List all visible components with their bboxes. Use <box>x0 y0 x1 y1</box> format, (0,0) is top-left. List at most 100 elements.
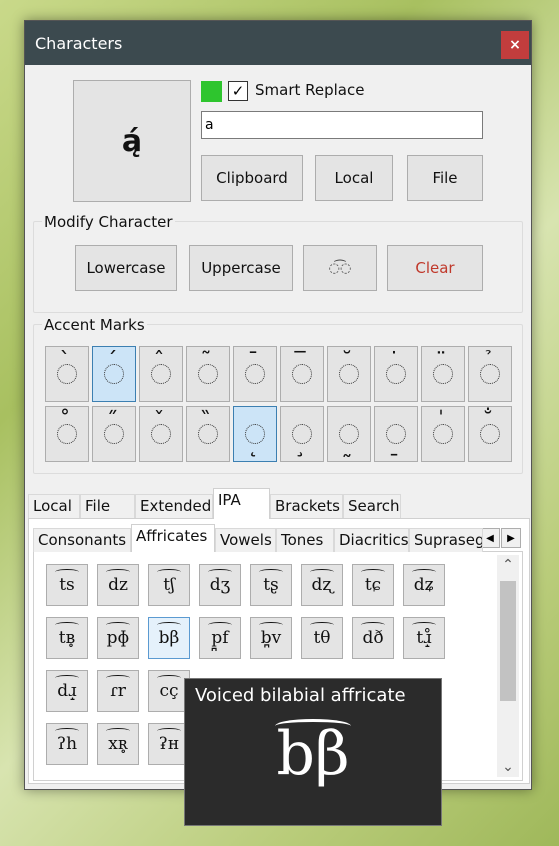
accent-button[interactable]: ̧ <box>280 406 324 462</box>
accent-mark: ̇ <box>392 349 400 374</box>
scroll-thumb[interactable] <box>500 581 516 701</box>
affricate-button[interactable]: tʂ <box>250 564 292 606</box>
affricate-button[interactable]: dʑ <box>403 564 445 606</box>
subtab-vowels[interactable]: Vowels <box>215 528 276 552</box>
dotted-circle-icon: ̈ <box>433 351 453 384</box>
affricate-button[interactable]: b̪v <box>250 617 292 659</box>
tie-bar-icon <box>55 569 79 575</box>
accent-button[interactable]: ̐ <box>468 406 512 462</box>
scroll-up-icon[interactable]: ⌃ <box>497 557 519 573</box>
dotted-circle-icon: ̀ <box>57 351 77 384</box>
affricate-label: dɹ̝ <box>57 681 77 701</box>
smart-replace-checkbox[interactable]: ✓ <box>228 81 248 101</box>
affricate-label: p̪f <box>211 628 229 648</box>
tab-local[interactable]: Local <box>28 494 80 518</box>
tab-search[interactable]: Search <box>343 494 401 518</box>
accent-mark: ̨ <box>251 433 259 458</box>
affricate-button[interactable]: ɾr <box>97 670 139 712</box>
subtab-consonants[interactable]: Consonants <box>33 528 131 552</box>
affricate-button[interactable]: tɕ <box>352 564 394 606</box>
accent-button[interactable]: ̏ <box>186 406 230 462</box>
window-title: Characters <box>35 33 123 53</box>
affricate-button[interactable]: p̪f <box>199 617 241 659</box>
accent-button[interactable]: ̂ <box>139 346 183 402</box>
dotted-circle-icon: ̄ <box>245 351 265 384</box>
affricate-button[interactable]: pɸ <box>97 617 139 659</box>
tab-file[interactable]: File <box>80 494 135 518</box>
tie-bar-icon <box>412 569 436 575</box>
dotted-circle-icon: ̏ <box>198 411 218 444</box>
accent-mark: ̉ <box>486 349 494 374</box>
subtab-affricates[interactable]: Affricates <box>131 524 215 552</box>
tab-brackets[interactable]: Brackets <box>270 494 343 518</box>
dotted-circle-icon: ̋ <box>104 411 124 444</box>
accent-button[interactable]: ̉ <box>468 346 512 402</box>
close-button[interactable]: × <box>501 31 529 59</box>
uppercase-button[interactable]: Uppercase <box>189 245 293 291</box>
accent-mark: ́ <box>110 349 118 374</box>
subtab-tones[interactable]: Tones <box>276 528 334 552</box>
dotted-circle-icon: ̧ <box>292 424 312 457</box>
tie-bar-icon <box>106 569 130 575</box>
accent-button[interactable]: ́ <box>92 346 136 402</box>
tie-bar-icon <box>208 569 232 575</box>
accent-button[interactable]: ̊ <box>45 406 89 462</box>
local-button[interactable]: Local <box>315 155 393 201</box>
accent-button[interactable]: ̍ <box>421 406 465 462</box>
tab-extended[interactable]: Extended <box>135 494 213 518</box>
accent-button[interactable]: ̈ <box>421 346 465 402</box>
accent-button[interactable]: ̃ <box>186 346 230 402</box>
tie-bar-icon <box>310 569 334 575</box>
tab-scroll-left[interactable]: ◀ <box>480 528 500 548</box>
character-input[interactable] <box>201 111 483 139</box>
affricate-button[interactable]: tθ <box>301 617 343 659</box>
accent-button[interactable]: ̌ <box>139 406 183 462</box>
accent-button[interactable]: ̆ <box>327 346 371 402</box>
tie-bar-icon <box>259 622 283 628</box>
tooltip-title: Voiced bilabial affricate <box>195 685 406 706</box>
affricate-label: dʐ <box>311 575 333 595</box>
affricate-button[interactable]: dð <box>352 617 394 659</box>
clear-button[interactable]: Clear <box>387 245 483 291</box>
affricate-button[interactable]: dz <box>97 564 139 606</box>
accent-button[interactable]: ̱ <box>374 406 418 462</box>
tie-bar-button[interactable]: ◌͡◌ <box>303 245 377 291</box>
affricate-button[interactable]: xʀ̥ <box>97 723 139 765</box>
affricate-label: dz <box>108 575 128 595</box>
affricate-button[interactable]: ts <box>46 564 88 606</box>
accent-button[interactable]: ̀ <box>45 346 89 402</box>
dotted-circle-icon: ̱ <box>386 424 406 457</box>
affricate-button[interactable]: tʙ̥ <box>46 617 88 659</box>
clipboard-button[interactable]: Clipboard <box>201 155 303 201</box>
tab-scroll-right[interactable]: ▶ <box>501 528 521 548</box>
affricate-button[interactable]: dɹ̝ <box>46 670 88 712</box>
accent-mark: ̋ <box>110 409 118 434</box>
accent-button[interactable]: ̄ <box>233 346 277 402</box>
tie-bar-icon <box>106 675 130 681</box>
scroll-down-icon[interactable]: ⌄ <box>497 759 519 775</box>
accent-button[interactable]: ̅ <box>280 346 324 402</box>
affricate-button[interactable]: bβ <box>148 617 190 659</box>
affricate-button[interactable]: tʃ <box>148 564 190 606</box>
affricate-button[interactable]: dʒ <box>199 564 241 606</box>
affricate-button[interactable]: ʔh <box>46 723 88 765</box>
dotted-circle-icon: ̉ <box>480 351 500 384</box>
vertical-scrollbar[interactable]: ⌃ ⌄ <box>497 555 519 777</box>
accent-button[interactable]: ̨ <box>233 406 277 462</box>
file-button[interactable]: File <box>407 155 483 201</box>
tie-bar-icon <box>106 622 130 628</box>
accent-button[interactable]: ̰ <box>327 406 371 462</box>
accent-button[interactable]: ̇ <box>374 346 418 402</box>
modify-character-label: Modify Character <box>42 213 175 231</box>
affricate-button[interactable]: tɹ̝̊ <box>403 617 445 659</box>
tie-bar-icon <box>157 728 181 734</box>
tab-ipa[interactable]: IPA <box>213 488 270 519</box>
lowercase-button[interactable]: Lowercase <box>75 245 177 291</box>
accent-button[interactable]: ̋ <box>92 406 136 462</box>
tie-bar-icon <box>208 622 232 628</box>
tie-bar-icon <box>106 728 130 734</box>
subtab-suprasegi[interactable]: Suprasegi <box>409 528 483 552</box>
dotted-circle-icon: ̅ <box>292 351 312 384</box>
subtab-diacritics[interactable]: Diacritics <box>334 528 409 552</box>
affricate-button[interactable]: dʐ <box>301 564 343 606</box>
